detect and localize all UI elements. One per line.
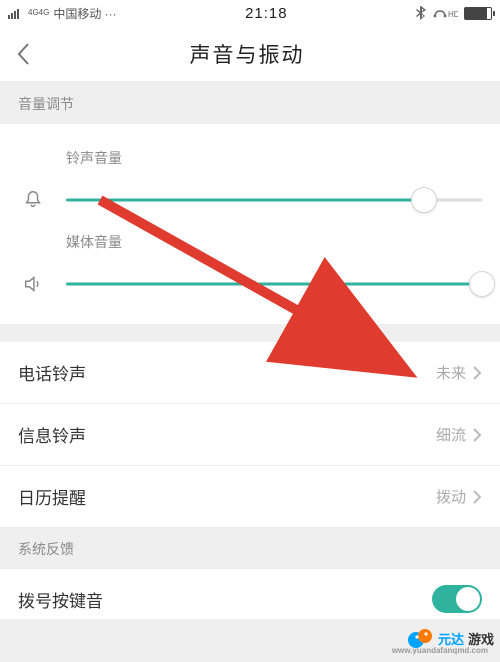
status-left: 4G4G 中国移动 ··· bbox=[8, 5, 117, 22]
clock: 21:18 bbox=[117, 5, 416, 22]
row-phone-ringtone[interactable]: 电话铃声 未来 bbox=[0, 342, 500, 404]
chevron-right-icon bbox=[472, 489, 482, 505]
phone-hd-icon: HD bbox=[432, 6, 458, 20]
bluetooth-icon bbox=[416, 6, 426, 20]
page-title: 声音与振动 bbox=[8, 39, 486, 69]
watermark-text-2: 游戏 bbox=[468, 629, 494, 648]
row-calendar-alert[interactable]: 日历提醒 拨动 bbox=[0, 466, 500, 527]
row-value: 未来 bbox=[436, 362, 466, 383]
row-dialpad-sound: 拨号按键音 bbox=[0, 569, 500, 619]
chevron-right-icon bbox=[472, 427, 482, 443]
row-value: 细流 bbox=[436, 424, 466, 445]
media-slider[interactable] bbox=[66, 270, 482, 298]
svg-text:HD: HD bbox=[448, 10, 458, 19]
row-message-ringtone[interactable]: 信息铃声 细流 bbox=[0, 404, 500, 466]
dialpad-toggle[interactable] bbox=[432, 585, 482, 613]
ringtone-label: 铃声音量 bbox=[66, 148, 482, 168]
volume-sliders: 铃声音量 媒体音量 bbox=[0, 124, 500, 324]
nav-bar: 声音与振动 bbox=[0, 26, 500, 82]
watermark-url: www.yuandafanqmd.com bbox=[392, 646, 488, 655]
row-title: 信息铃声 bbox=[18, 422, 436, 447]
media-volume-group: 媒体音量 bbox=[18, 214, 482, 298]
watermark: 元达游戏 www.yuandafanqmd.com bbox=[406, 624, 494, 652]
ringtone-slider[interactable] bbox=[66, 186, 482, 214]
feedback-list: 拨号按键音 bbox=[0, 569, 500, 619]
bell-icon bbox=[18, 189, 48, 211]
status-right: HD bbox=[416, 6, 492, 20]
battery-icon bbox=[464, 7, 492, 20]
section-feedback-header: 系统反馈 bbox=[0, 527, 500, 569]
row-title: 电话铃声 bbox=[18, 360, 436, 385]
ringtone-volume-group: 铃声音量 bbox=[18, 130, 482, 214]
signal-4g-label: 4G4G bbox=[28, 9, 49, 17]
media-label: 媒体音量 bbox=[66, 232, 482, 252]
speaker-icon bbox=[18, 273, 48, 295]
carrier-label: 中国移动 ··· bbox=[53, 5, 116, 22]
row-title: 日历提醒 bbox=[18, 484, 436, 509]
row-value: 拨动 bbox=[436, 486, 466, 507]
section-volume-header: 音量调节 bbox=[0, 82, 500, 124]
chevron-right-icon bbox=[472, 365, 482, 381]
signal-icon bbox=[8, 7, 24, 19]
status-bar: 4G4G 中国移动 ··· 21:18 HD bbox=[0, 0, 500, 26]
row-title: 拨号按键音 bbox=[18, 587, 432, 612]
watermark-text-1: 元达 bbox=[438, 629, 464, 648]
ringtone-list: 电话铃声 未来 信息铃声 细流 日历提醒 拨动 bbox=[0, 342, 500, 527]
